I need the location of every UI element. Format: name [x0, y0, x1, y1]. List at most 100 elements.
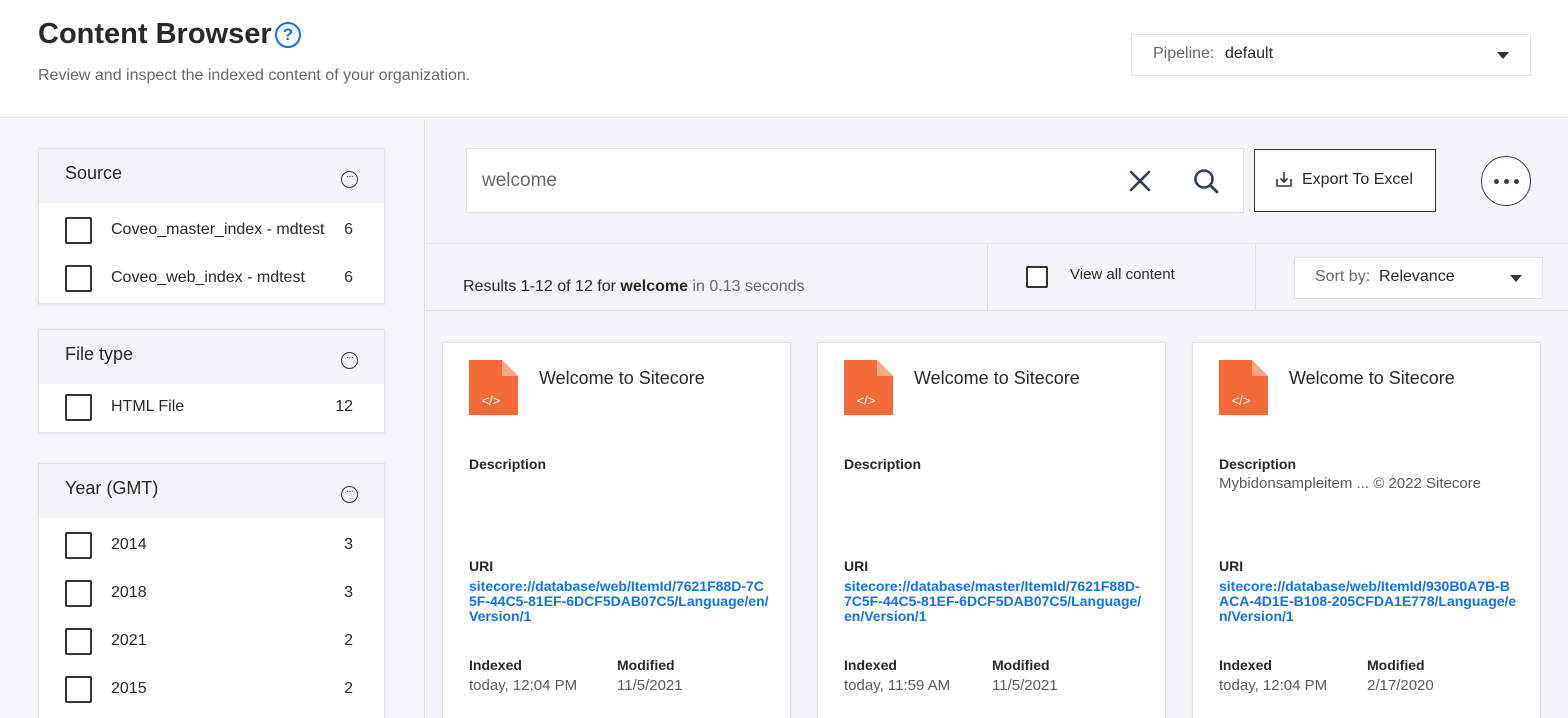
search-box — [466, 148, 1244, 213]
result-title[interactable]: Welcome to Sitecore — [914, 368, 1080, 389]
sort-value: Relevance — [1379, 268, 1455, 285]
sort-label: Sort by: — [1315, 268, 1371, 285]
modified-value: 11/5/2021 — [992, 677, 1058, 694]
facet-item[interactable]: HTML File 12 — [39, 384, 384, 432]
modified-value: 2/17/2020 — [1367, 677, 1434, 694]
facet-checkbox[interactable] — [65, 676, 92, 703]
facet-checkbox[interactable] — [65, 394, 92, 421]
facet-checkbox[interactable] — [65, 265, 92, 292]
divider — [1255, 244, 1256, 310]
more-actions-button[interactable] — [1481, 156, 1531, 206]
facet-checkbox[interactable] — [65, 532, 92, 559]
result-title[interactable]: Welcome to Sitecore — [539, 368, 705, 389]
page-subtitle: Review and inspect the indexed content o… — [38, 67, 471, 84]
facet-item-label: 2021 — [111, 632, 147, 649]
facet-item-label: 2015 — [111, 680, 147, 697]
facet-item-count: 2 — [344, 680, 353, 697]
facet-title: Source — [65, 163, 123, 183]
facet-title: File type — [65, 344, 134, 364]
result-title[interactable]: Welcome to Sitecore — [1289, 368, 1455, 389]
main-panel: Export To Excel Results 1-12 of 12 for w… — [426, 119, 1568, 718]
facet-item[interactable]: 2014 3 — [39, 522, 384, 570]
uri-label: URI — [844, 558, 869, 574]
svg-text:</>: </> — [1232, 393, 1251, 408]
facet-header: Year (GMT) ··· — [39, 464, 384, 518]
modified-label: Modified — [992, 657, 1050, 673]
facet-header: File type ··· — [39, 330, 384, 384]
facet-item[interactable]: 2018 3 — [39, 570, 384, 618]
view-all-label: View all content — [1070, 266, 1175, 283]
facet-item[interactable]: 2015 2 — [39, 666, 384, 714]
divider — [987, 244, 988, 310]
facet-title: Year (GMT) — [65, 478, 159, 498]
results-summary: Results 1-12 of 12 for welcome in 0.13 s… — [463, 278, 805, 296]
facet-year: Year (GMT) ··· 2014 3 2018 3 2021 2 2015… — [38, 463, 385, 718]
sort-select[interactable]: Sort by: Relevance — [1294, 257, 1543, 299]
results-timing: in 0.13 seconds — [692, 278, 805, 295]
result-card[interactable]: </> Welcome to Sitecore Description URI … — [817, 342, 1166, 718]
uri-link[interactable]: sitecore://database/web/ItemId/930B0A7B-… — [1219, 579, 1519, 624]
view-all-checkbox[interactable] — [1026, 266, 1048, 288]
uri-label: URI — [469, 558, 494, 574]
indexed-label: Indexed — [844, 657, 897, 673]
description-label: Description — [469, 456, 547, 472]
results-query: welcome — [620, 278, 689, 295]
results-prefix: Results 1-12 of 12 for — [463, 278, 616, 295]
facet-item-label: Coveo_master_index - mdtest — [111, 221, 325, 238]
svg-text:</>: </> — [857, 393, 876, 408]
facet-item-count: 2 — [344, 632, 353, 649]
facet-item-count: 6 — [344, 269, 353, 286]
description-label: Description — [1219, 456, 1297, 472]
result-card[interactable]: </> Welcome to Sitecore Description URI … — [442, 342, 791, 718]
facet-sidebar: Source ··· Coveo_master_index - mdtest 6… — [0, 119, 425, 718]
more-options-icon[interactable]: ··· — [341, 486, 358, 503]
facet-item-count: 12 — [335, 398, 353, 415]
facet-item-count: 3 — [344, 536, 353, 553]
facet-checkbox[interactable] — [65, 580, 92, 607]
dot-icon — [1494, 179, 1499, 184]
facet-source: Source ··· Coveo_master_index - mdtest 6… — [38, 148, 385, 304]
facet-header: Source ··· — [39, 149, 384, 203]
indexed-value: today, 12:04 PM — [1219, 677, 1328, 694]
more-options-icon[interactable]: ··· — [341, 171, 358, 188]
pipeline-select[interactable]: Pipeline: default — [1131, 34, 1531, 76]
search-input[interactable] — [482, 164, 1102, 198]
html-file-icon: </> — [1219, 360, 1268, 415]
export-icon — [1276, 172, 1292, 187]
result-card[interactable]: </> Welcome to Sitecore Description Mybi… — [1192, 342, 1541, 718]
page-header: Content Browser ? Review and inspect the… — [0, 0, 1568, 118]
dot-icon — [1514, 179, 1519, 184]
indexed-label: Indexed — [469, 657, 522, 673]
facet-item[interactable]: Coveo_master_index - mdtest 6 — [39, 207, 384, 255]
facet-item-label: Coveo_web_index - mdtest — [111, 269, 305, 286]
chevron-down-icon — [1497, 52, 1509, 59]
help-icon[interactable]: ? — [275, 22, 301, 48]
facet-file-type: File type ··· HTML File 12 — [38, 329, 385, 433]
uri-link[interactable]: sitecore://database/master/ItemId/7621F8… — [844, 579, 1144, 624]
facet-item-count: 6 — [344, 221, 353, 238]
search-icon[interactable] — [1192, 167, 1220, 195]
modified-value: 11/5/2021 — [617, 677, 683, 694]
more-options-icon[interactable]: ··· — [341, 352, 358, 369]
description-label: Description — [844, 456, 922, 472]
modified-label: Modified — [1367, 657, 1425, 673]
close-icon[interactable] — [1127, 168, 1153, 194]
facet-item-label: 2018 — [111, 584, 147, 601]
facet-item-label: 2014 — [111, 536, 147, 553]
dot-icon — [1504, 179, 1509, 184]
uri-link[interactable]: sitecore://database/web/ItemId/7621F88D-… — [469, 579, 769, 624]
facet-checkbox[interactable] — [65, 217, 92, 244]
facet-checkbox[interactable] — [65, 628, 92, 655]
facet-item[interactable]: Coveo_web_index - mdtest 6 — [39, 255, 384, 303]
indexed-label: Indexed — [1219, 657, 1272, 673]
description-value: Mybidonsampleitem ... © 2022 Sitecore — [1219, 475, 1482, 492]
facet-item[interactable]: 2021 2 — [39, 618, 384, 666]
facet-item-label: HTML File — [111, 398, 185, 415]
modified-label: Modified — [617, 657, 675, 673]
export-label: Export To Excel — [1302, 171, 1413, 188]
indexed-value: today, 12:04 PM — [469, 677, 578, 694]
html-file-icon: </> — [469, 360, 518, 415]
pipeline-label: Pipeline: — [1153, 45, 1215, 62]
svg-text:</>: </> — [482, 393, 501, 408]
export-to-excel-button[interactable]: Export To Excel — [1254, 149, 1436, 212]
